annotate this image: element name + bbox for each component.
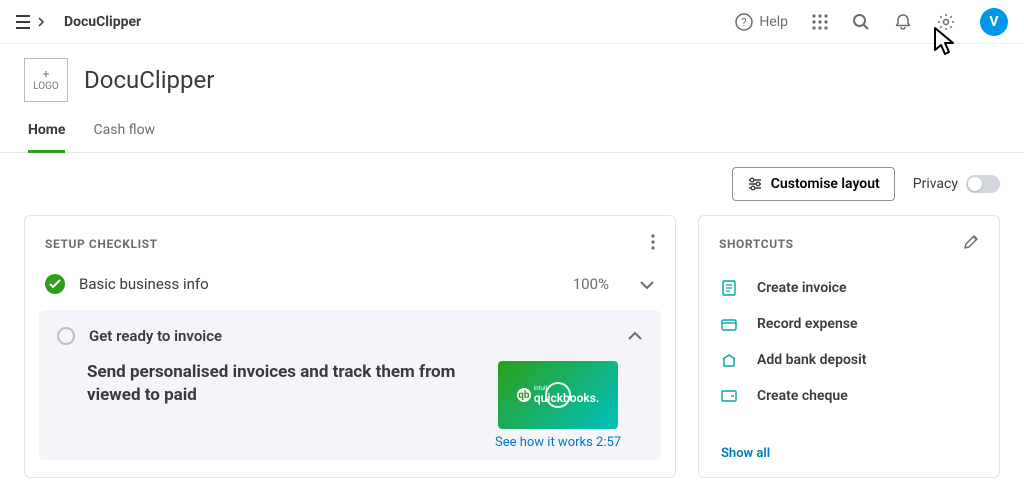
main-tabs: Home Cash flow [0,112,1024,153]
avatar[interactable]: V [980,8,1008,36]
deposit-icon [721,352,737,368]
promo-headline: Send personalised invoices and track the… [87,361,477,407]
topbar: DocuClipper ? Help V [0,0,1024,44]
chevron-up-icon[interactable] [627,326,643,345]
shortcut-label: Create invoice [757,280,847,296]
checklist-item-basic-info[interactable]: Basic business info 100% [25,262,675,306]
shortcuts-card: SHORTCUTS Create invoice Record expense … [698,215,1000,478]
notifications-icon[interactable] [894,13,912,31]
check-open-icon [57,327,75,345]
checklist-item-label: Basic business info [79,275,559,293]
play-icon [545,382,571,408]
company-name: DocuClipper [84,66,214,94]
brand-name: DocuClipper [64,14,141,30]
logo-plus: + [43,68,50,81]
customise-layout-button[interactable]: Customise layout [732,167,895,201]
settings-icon[interactable] [936,12,956,32]
checklist-item-label: Get ready to invoice [89,327,613,345]
privacy-toggle[interactable] [966,175,1000,193]
menu-toggle[interactable] [16,15,44,29]
shortcut-label: Create cheque [757,388,848,404]
video-thumbnail[interactable]: qb intuit quickbooks. [498,361,618,429]
cheque-icon [721,388,737,404]
shortcut-create-cheque[interactable]: Create cheque [707,378,991,414]
svg-text:?: ? [742,16,747,29]
shortcut-label: Add bank deposit [757,352,866,368]
shortcut-label: Record expense [757,316,858,332]
privacy-toggle-group: Privacy [913,175,1000,193]
edit-shortcuts-button[interactable] [963,234,979,254]
kebab-icon [651,234,655,250]
help-button[interactable]: ? Help [735,13,788,31]
tab-home[interactable]: Home [28,112,65,153]
video-link[interactable]: See how it works 2:57 [495,435,621,450]
setup-checklist-card: SETUP CHECKLIST Basic business info 100%… [24,215,676,478]
check-complete-icon [45,274,65,294]
show-all-link[interactable]: Show all [699,418,999,477]
checklist-item-percent: 100% [573,275,609,293]
help-icon: ? [735,13,753,31]
page-header: + LOGO DocuClipper [0,44,1024,112]
logo-placeholder[interactable]: + LOGO [24,58,68,102]
checklist-item-invoice-expanded: Get ready to invoice Send personalised i… [39,310,661,460]
expense-icon [721,316,737,332]
help-label: Help [759,14,788,30]
logo-text: LOGO [33,81,59,92]
setup-checklist-title: SETUP CHECKLIST [45,237,158,251]
shortcut-add-bank-deposit[interactable]: Add bank deposit [707,342,991,378]
search-icon[interactable] [852,13,870,31]
shortcut-create-invoice[interactable]: Create invoice [707,270,991,306]
privacy-label: Privacy [913,176,958,192]
tab-cash-flow[interactable]: Cash flow [93,112,155,152]
apps-icon[interactable] [812,14,828,30]
chevron-down-icon[interactable] [639,275,655,294]
shortcuts-title: SHORTCUTS [719,237,794,251]
shortcut-record-expense[interactable]: Record expense [707,306,991,342]
pencil-icon [963,234,979,250]
card-menu-button[interactable] [651,234,655,254]
layout-toolbar: Customise layout Privacy [0,153,1024,211]
invoice-icon [721,280,737,296]
sliders-icon [747,177,763,191]
